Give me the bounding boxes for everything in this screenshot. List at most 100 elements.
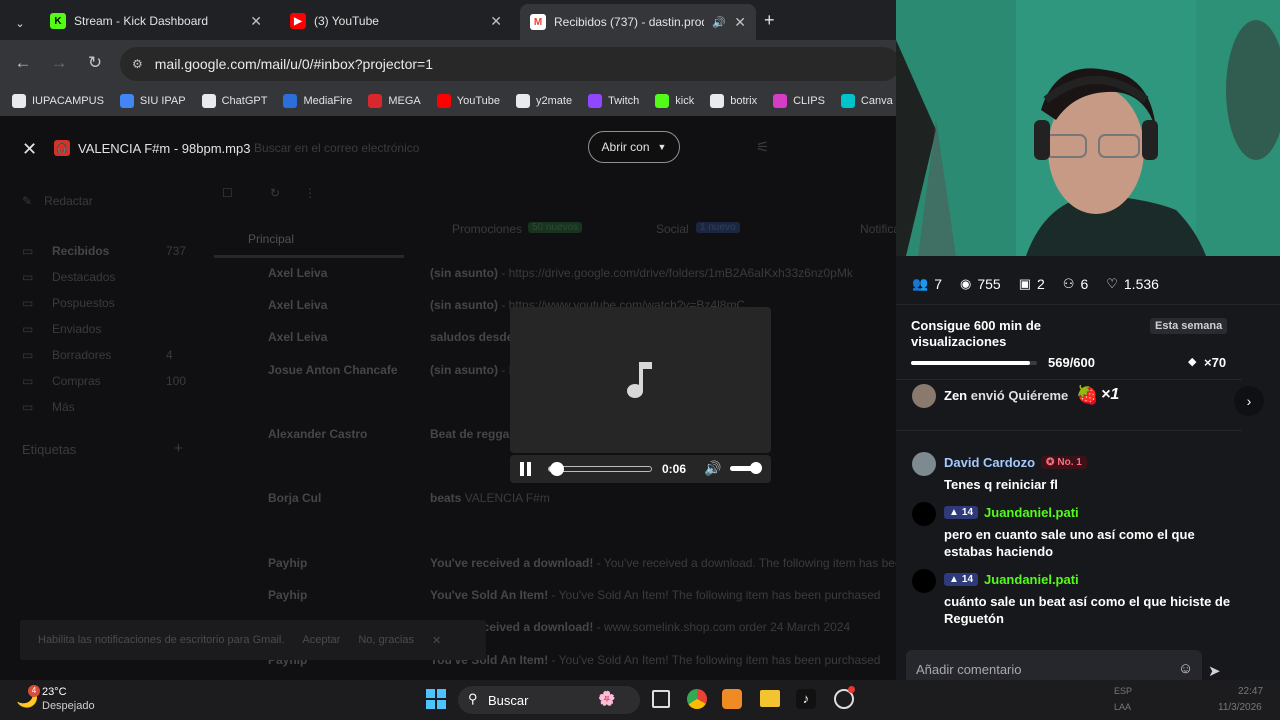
goal-period-badge: Esta semana <box>1150 318 1228 334</box>
volume-slider[interactable] <box>730 462 763 474</box>
email-row: You've Sold An Item! - You've Sold An It… <box>430 653 880 667</box>
bookmark-item[interactable]: CLIPS <box>773 94 825 108</box>
tab-kick-dashboard[interactable]: K Stream - Kick Dashboard ✕ <box>40 6 272 36</box>
tab-title: Recibidos (737) - dastin.prod@gm <box>554 15 704 29</box>
forward-arrow-icon[interactable]: → <box>48 52 70 74</box>
chat-message-header: David Cardozo ✪ No. 1 <box>944 455 1087 470</box>
gift-user: Zen <box>944 388 968 403</box>
fl-studio-icon[interactable] <box>722 689 742 709</box>
bookmark-label: MEGA <box>388 95 421 107</box>
bookmark-label: YouTube <box>456 95 500 107</box>
windows-taskbar: 🌙 4 23°C Despejado ⚲ Buscar 🌸 ♪ ESP LAA … <box>0 680 1280 720</box>
headphones-icon: 🎧 <box>54 140 70 156</box>
chrome-icon[interactable] <box>687 689 707 709</box>
reload-icon[interactable]: ↻ <box>84 52 106 74</box>
email-subject: (sin asunto) <box>430 363 498 377</box>
clock-time[interactable]: 22:47 <box>1238 686 1263 697</box>
tiktok-icon[interactable]: ♪ <box>796 689 816 709</box>
site-settings-icon[interactable]: ⚙ <box>132 57 143 71</box>
avatar[interactable] <box>912 502 936 526</box>
clock-date[interactable]: 11/3/2026 <box>1218 702 1262 713</box>
avatar[interactable] <box>912 452 936 476</box>
file-explorer-icon[interactable] <box>760 690 780 707</box>
windows-start-icon[interactable] <box>426 689 446 709</box>
youtube-icon <box>436 94 451 108</box>
emoji-icon[interactable]: ☺ <box>1178 660 1193 677</box>
caret-down-icon: ▼ <box>657 142 667 152</box>
chat-username[interactable]: Juandaniel.pati <box>984 572 1079 587</box>
send-icon[interactable]: ➤ <box>1208 662 1221 680</box>
bookmark-item[interactable]: MediaFire <box>283 94 352 108</box>
audio-controls: 0:06 🔊 <box>510 455 771 483</box>
pause-icon[interactable] <box>520 462 532 476</box>
avatar[interactable] <box>912 569 936 593</box>
bookmark-label: SIU IPAP <box>139 95 186 107</box>
notif-decline-button[interactable]: No, gracias <box>358 634 414 646</box>
email-subject: (sin asunto) <box>430 266 498 280</box>
notif-text: Habilita las notificaciones de escritori… <box>38 634 285 646</box>
bookmark-item[interactable]: kick <box>655 94 694 108</box>
goal-title: Consigue 600 min de visualizaciones <box>911 318 1042 349</box>
tab-search-button[interactable]: ⌄ <box>8 8 32 38</box>
gmail-nav-label: Destacados <box>52 270 116 284</box>
bookmark-item[interactable]: Twitch <box>588 94 639 108</box>
bookmark-label: IUPACAMPUS <box>32 95 104 107</box>
viewers-icon: 👥 <box>912 276 929 291</box>
close-icon[interactable]: ✕ <box>22 139 37 160</box>
volume-icon[interactable]: 🔊 <box>704 460 721 477</box>
desktop-notification-banner: Habilita las notificaciones de escritori… <box>20 620 486 660</box>
browser-toolbar: ← → ↻ ⚙ mail.google.com/mail/u/0/#inbox?… <box>0 40 900 86</box>
notif-accept-button[interactable]: Aceptar <box>302 634 340 646</box>
search-label: Buscar <box>488 693 529 708</box>
email-sender: Payhip <box>268 588 308 602</box>
compose-button: ✎ Redactar <box>22 194 93 208</box>
chat-message-text: pero en cuanto sale uno así como el que … <box>944 527 1195 559</box>
taskbar-search[interactable]: ⚲ Buscar 🌸 <box>458 686 640 714</box>
progress-slider[interactable] <box>548 462 652 476</box>
back-arrow-icon[interactable]: ← <box>12 52 34 74</box>
url-text: mail.google.com/mail/u/0/#inbox?projecto… <box>154 56 433 72</box>
bookmark-item[interactable]: Canva <box>840 94 893 108</box>
language-bottom[interactable]: LAA <box>1114 702 1131 712</box>
speaker-icon[interactable]: 🔊 <box>712 16 726 29</box>
open-with-button[interactable]: Abrir con ▼ <box>588 131 680 163</box>
mega-icon <box>368 94 383 108</box>
gift-icon: 🍓 <box>1076 385 1099 405</box>
badge-text: 14 <box>961 507 974 518</box>
badge-text: 14 <box>961 574 974 585</box>
tab-bar: ⌄ K Stream - Kick Dashboard ✕ ▶ (3) YouT… <box>0 0 896 40</box>
stream-stat: 👥 7 <box>912 276 942 292</box>
email-sender: Axel Leiva <box>268 298 328 312</box>
bookmark-label: y2mate <box>535 95 573 107</box>
chevron-right-icon[interactable]: › <box>1234 386 1264 416</box>
divider <box>896 430 1242 431</box>
bookmark-item[interactable]: YouTube <box>436 94 500 108</box>
bookmark-item[interactable]: ChatGPT <box>201 94 267 108</box>
bookmark-item[interactable]: MEGA <box>368 94 421 108</box>
bookmark-item[interactable]: IUPACAMPUS <box>12 94 104 108</box>
tab-gmail[interactable]: M Recibidos (737) - dastin.prod@gm 🔊 ✕ <box>520 4 756 40</box>
rank-icon: ✪ <box>1046 457 1055 468</box>
new-tab-button[interactable]: + <box>764 10 775 31</box>
playback-time: 0:06 <box>662 462 687 476</box>
tab-promociones-label: Promociones <box>452 222 523 236</box>
chat-username[interactable]: David Cardozo <box>944 455 1035 470</box>
address-bar[interactable]: ⚙ mail.google.com/mail/u/0/#inbox?projec… <box>120 47 900 81</box>
task-view-icon[interactable] <box>652 690 670 708</box>
close-icon[interactable]: ✕ <box>432 634 441 647</box>
bookmark-item[interactable]: SIU IPAP <box>119 94 186 108</box>
tab-youtube[interactable]: ▶ (3) YouTube ✕ <box>280 6 512 36</box>
comment-placeholder: Añadir comentario <box>916 662 1022 677</box>
user-badge: ▲ 14 <box>944 506 979 519</box>
bookmark-item[interactable]: botrix <box>710 94 757 108</box>
bookmark-label: MediaFire <box>303 95 353 107</box>
nav-item-icon: ▭ <box>22 374 34 388</box>
close-icon[interactable]: ✕ <box>734 14 746 31</box>
close-icon[interactable]: ✕ <box>250 13 262 30</box>
bookmark-item[interactable]: y2mate <box>515 94 573 108</box>
language-top[interactable]: ESP <box>1114 686 1132 696</box>
goal-progress-text: 569/600 <box>1048 355 1095 370</box>
labels-heading: Etiquetas <box>22 442 77 457</box>
chat-username[interactable]: Juandaniel.pati <box>984 505 1079 520</box>
close-icon[interactable]: ✕ <box>490 13 502 30</box>
